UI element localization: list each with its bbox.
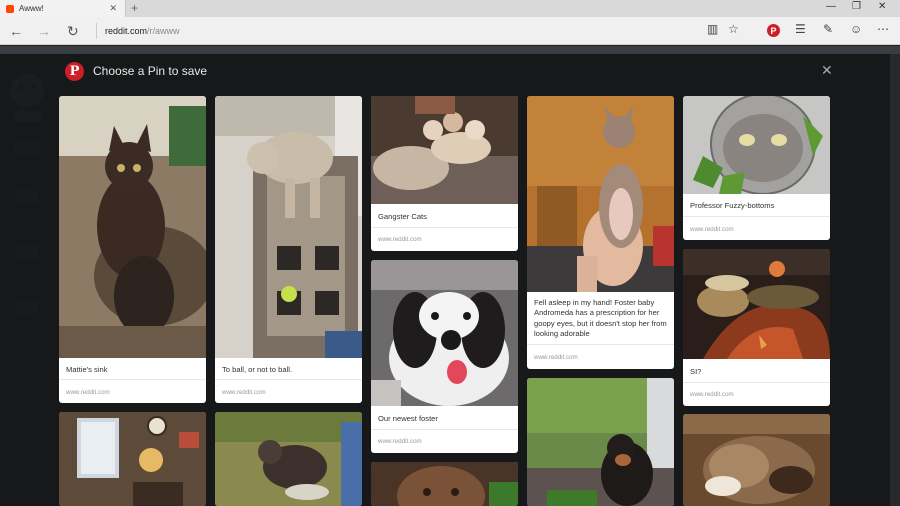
- pin-divider: [215, 379, 362, 380]
- pin-card-puppy-grass[interactable]: [215, 412, 362, 506]
- favorite-star-icon[interactable]: ☆: [728, 22, 739, 36]
- reddit-favicon-icon: [6, 4, 14, 13]
- close-window-icon[interactable]: ✕: [878, 1, 886, 12]
- web-note-icon[interactable]: ✎: [823, 22, 833, 36]
- pin-divider: [683, 382, 830, 383]
- url-path: /r/awww: [147, 26, 180, 36]
- pin-image-puppy-on-grass: [215, 412, 362, 506]
- pin-description: Gangster Cats: [378, 212, 427, 221]
- pin-image-cat-in-sink: [59, 96, 206, 358]
- pin-source: www.reddit.com: [690, 391, 734, 398]
- pin-description: Our newest foster: [378, 414, 438, 423]
- pin-divider: [527, 344, 674, 345]
- pin-image-sleeping-cat: [683, 414, 830, 506]
- pin-card-gangster-cats[interactable]: Gangster Cats www.reddit.com: [371, 96, 518, 251]
- pin-source: www.reddit.com: [690, 226, 734, 233]
- reading-view-icon[interactable]: ▥: [707, 22, 718, 36]
- pin-card-si[interactable]: SI? www.reddit.com: [683, 249, 830, 406]
- pin-picker-header: P Choose a Pin to save: [65, 61, 207, 81]
- pin-image-spaniel-puppy: [371, 260, 518, 406]
- pin-card-newest-foster[interactable]: Our newest foster www.reddit.com: [371, 260, 518, 453]
- pin-description: SI?: [690, 367, 702, 376]
- pin-divider: [59, 379, 206, 380]
- close-picker-icon[interactable]: ✕: [821, 62, 833, 79]
- hub-icon[interactable]: ☰: [795, 22, 806, 36]
- pin-description: Fell asleep in my hand! Foster baby Andr…: [534, 298, 667, 338]
- pin-description: Professor Fuzzy-bottoms: [690, 201, 775, 210]
- pin-source: www.reddit.com: [222, 389, 266, 396]
- pin-image-bearded-dragon: [683, 249, 830, 359]
- tab-bar: Awww! ✕ + — ❐ ✕: [0, 0, 900, 17]
- forward-icon[interactable]: →: [37, 23, 51, 39]
- pin-card-room[interactable]: [59, 412, 206, 506]
- pin-divider: [683, 216, 830, 217]
- pin-image-cat-in-glass: [683, 96, 830, 194]
- pin-image-room-with-lamp: [59, 412, 206, 506]
- pin-image-dog-with-ball: [215, 96, 362, 358]
- tab-title: Awww!: [19, 4, 44, 13]
- pin-image-kitten-in-hand: [527, 96, 674, 292]
- pin-card-rottweiler-puppy[interactable]: [527, 378, 674, 506]
- feedback-smiley-icon[interactable]: ☺: [850, 22, 862, 36]
- url-host: reddit.com: [105, 26, 148, 36]
- maximize-icon[interactable]: ❐: [852, 1, 861, 12]
- pin-image-kittens-in-bed: [371, 96, 518, 204]
- pin-divider: [371, 429, 518, 430]
- reddit-sidebar-fragment: [840, 100, 900, 500]
- pin-divider: [371, 227, 518, 228]
- pin-image-brown-puppy: [371, 462, 518, 506]
- pin-card-sleeping-cat[interactable]: [683, 414, 830, 506]
- pinterest-extension-icon[interactable]: P: [767, 24, 780, 37]
- reddit-top-links-strip: [0, 46, 900, 54]
- address-bar: ← → ↻ reddit.com/r/awww ▥ ☆ P ☰ ✎ ☺ ⋯: [0, 17, 900, 45]
- pin-source: www.reddit.com: [66, 389, 110, 396]
- close-tab-icon[interactable]: ✕: [109, 3, 117, 14]
- minimize-icon[interactable]: —: [826, 1, 836, 12]
- browser-tab[interactable]: Awww! ✕: [0, 0, 126, 17]
- more-icon[interactable]: ⋯: [877, 22, 889, 36]
- pin-image-rottweiler-puppy: [527, 378, 674, 506]
- pin-card-matties-sink[interactable]: Mattie's sink www.reddit.com: [59, 96, 206, 403]
- pin-source: www.reddit.com: [378, 438, 422, 445]
- pin-description: Mattie's sink: [66, 365, 108, 374]
- pin-picker-title: Choose a Pin to save: [93, 64, 208, 78]
- back-icon[interactable]: ←: [9, 23, 23, 39]
- pin-description: To ball, or not to ball.: [222, 365, 293, 374]
- url-field[interactable]: reddit.com/r/awww: [105, 26, 180, 36]
- pin-card-to-ball[interactable]: To ball, or not to ball. www.reddit.com: [215, 96, 362, 403]
- pin-source: www.reddit.com: [534, 354, 578, 361]
- address-separator: [96, 23, 97, 39]
- pinterest-logo-icon: P: [65, 61, 84, 81]
- pin-card-andromeda-kitten[interactable]: Fell asleep in my hand! Foster baby Andr…: [527, 96, 674, 369]
- pin-card-brown-puppy[interactable]: [371, 462, 518, 506]
- pin-card-professor-fuzzy[interactable]: Professor Fuzzy-bottoms www.reddit.com: [683, 96, 830, 240]
- new-tab-icon[interactable]: +: [131, 1, 138, 15]
- pin-source: www.reddit.com: [378, 236, 422, 243]
- refresh-icon[interactable]: ↻: [67, 23, 79, 40]
